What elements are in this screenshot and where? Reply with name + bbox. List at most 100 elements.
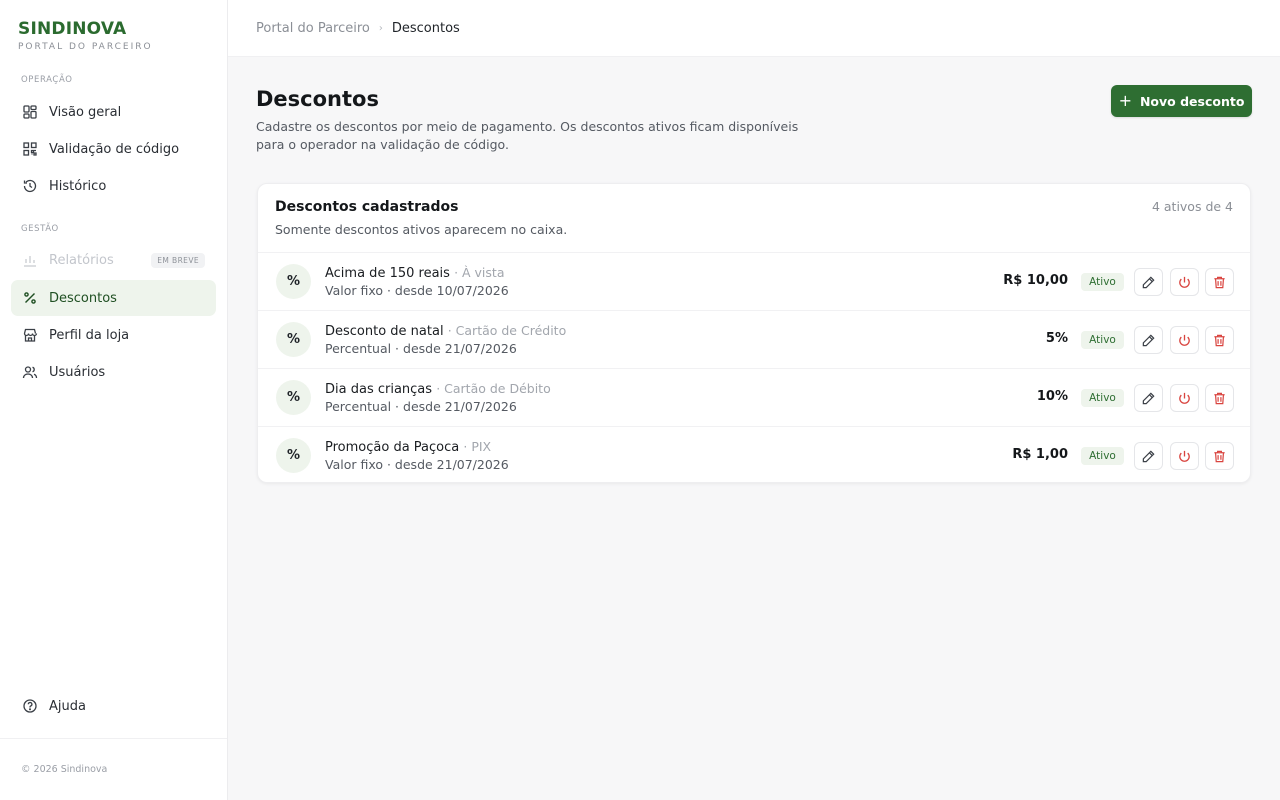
pencil-icon (1142, 449, 1155, 462)
percent-icon: % (276, 322, 311, 357)
status-badge: Ativo (1081, 273, 1124, 291)
breadcrumb: Portal do Parceiro › Descontos (256, 21, 460, 36)
sidebar-item-historico[interactable]: Histórico (11, 168, 216, 204)
card-subtitle: Somente descontos ativos aparecem no cai… (275, 222, 568, 237)
topbar: Portal do Parceiro › Descontos (228, 0, 1280, 57)
discount-value: 5% (1045, 331, 1068, 346)
page-title: Descontos (256, 87, 379, 111)
help-circle-icon (22, 698, 38, 714)
sidebar-item-label: Descontos (49, 290, 117, 306)
delete-button[interactable] (1205, 442, 1234, 470)
sidebar-item-relatorios: Relatórios EM BREVE (11, 242, 216, 278)
sidebar-item-label: Usuários (49, 364, 106, 380)
discount-meta: Valor fixo · desde 21/07/2026 (325, 457, 509, 472)
breadcrumb-parent-link[interactable]: Portal do Parceiro (256, 21, 370, 36)
status-badge: Ativo (1081, 331, 1124, 349)
sidebar-item-label: Visão geral (49, 104, 122, 120)
trash-icon (1214, 450, 1225, 462)
percent-icon: % (276, 264, 311, 299)
discount-row: % Acima de 150 reais · À vista Valor fix… (258, 252, 1250, 310)
status-badge: Ativo (1081, 389, 1124, 407)
toggle-active-button[interactable] (1170, 268, 1199, 296)
discount-row: % Desconto de natal · Cartão de Crédito … (258, 310, 1250, 368)
discount-meta: Percentual · desde 21/07/2026 (325, 341, 517, 356)
percent-icon: % (276, 380, 311, 415)
sidebar-item-perfil-loja[interactable]: Perfil da loja (11, 317, 216, 353)
payment-method: · Cartão de Débito (436, 381, 551, 396)
delete-button[interactable] (1205, 384, 1234, 412)
discount-value: R$ 1,00 (1012, 447, 1068, 462)
pencil-icon (1142, 275, 1155, 288)
discount-title-line: Desconto de natal · Cartão de Crédito (325, 323, 566, 339)
discount-value: R$ 10,00 (1003, 273, 1068, 288)
discount-title-line: Acima de 150 reais · À vista (325, 265, 504, 281)
sidebar-item-label: Perfil da loja (49, 327, 130, 343)
discount-meta: Percentual · desde 21/07/2026 (325, 399, 517, 414)
discount-name: Promoção da Paçoca (325, 440, 460, 455)
sidebar-item-label: Histórico (49, 178, 107, 194)
discount-name: Acima de 150 reais (325, 266, 450, 281)
sidebar-item-label: Validação de código (49, 141, 180, 157)
power-icon (1179, 334, 1190, 346)
edit-button[interactable] (1134, 326, 1163, 354)
toggle-active-button[interactable] (1170, 326, 1199, 354)
sidebar: SINDINOVA PORTAL DO PARCEIRO OPERAÇÃO Vi… (0, 0, 228, 800)
discounts-card: Descontos cadastrados Somente descontos … (257, 183, 1251, 483)
trash-icon (1214, 276, 1225, 288)
discount-title-line: Promoção da Paçoca · PIX (325, 439, 491, 455)
reports-icon (22, 252, 38, 268)
power-icon (1179, 276, 1190, 288)
discount-meta: Valor fixo · desde 10/07/2026 (325, 283, 509, 298)
trash-icon (1214, 334, 1225, 346)
payment-method: · À vista (454, 265, 505, 280)
sidebar-item-visao-geral[interactable]: Visão geral (11, 94, 216, 130)
power-icon (1179, 392, 1190, 404)
brand-logo[interactable]: SINDINOVA PORTAL DO PARCEIRO (18, 19, 153, 52)
toggle-active-button[interactable] (1170, 384, 1199, 412)
toggle-active-button[interactable] (1170, 442, 1199, 470)
breadcrumb-separator-icon: › (378, 22, 383, 34)
sidebar-item-label: Relatórios (49, 252, 114, 268)
sidebar-item-ajuda[interactable]: Ajuda (11, 688, 216, 724)
discount-name: Dia das crianças (325, 382, 433, 397)
coming-soon-badge: EM BREVE (151, 252, 205, 268)
pencil-icon (1142, 333, 1155, 346)
new-discount-label: Novo desconto (1139, 93, 1245, 109)
history-icon (22, 178, 38, 194)
sidebar-item-descontos[interactable]: Descontos (11, 280, 216, 316)
page-description: Cadastre os descontos por meio de pagame… (256, 119, 799, 152)
card-title: Descontos cadastrados (275, 199, 459, 215)
copyright: © 2026 Sindinova (21, 764, 108, 775)
payment-method: · PIX (463, 439, 492, 454)
new-discount-button[interactable]: + Novo desconto (1111, 85, 1252, 117)
power-icon (1179, 450, 1190, 462)
qr-code-icon (22, 141, 38, 157)
payment-method: · Cartão de Crédito (447, 323, 567, 338)
status-badge: Ativo (1081, 447, 1124, 465)
edit-button[interactable] (1134, 268, 1163, 296)
discount-row: % Promoção da Paçoca · PIX Valor fixo · … (258, 426, 1250, 484)
edit-button[interactable] (1134, 384, 1163, 412)
section-label-gestao: GESTÃO (21, 224, 59, 234)
store-icon (22, 327, 38, 343)
pencil-icon (1142, 391, 1155, 404)
plus-icon: + (1118, 91, 1132, 110)
sidebar-item-validacao[interactable]: Validação de código (11, 131, 216, 167)
edit-button[interactable] (1134, 442, 1163, 470)
sidebar-item-label: Ajuda (49, 698, 86, 714)
discount-value: 10% (1036, 389, 1068, 404)
section-label-operacao: OPERAÇÃO (21, 75, 73, 85)
active-count: 4 ativos de 4 (1151, 199, 1233, 214)
users-icon (22, 364, 38, 380)
discount-row: % Dia das crianças · Cartão de Débito Pe… (258, 368, 1250, 426)
delete-button[interactable] (1205, 268, 1234, 296)
percent-icon: % (276, 438, 311, 473)
percent-icon (22, 290, 38, 306)
sidebar-divider (0, 738, 227, 739)
sidebar-item-usuarios[interactable]: Usuários (11, 354, 216, 390)
dashboard-grid-icon (22, 104, 38, 120)
delete-button[interactable] (1205, 326, 1234, 354)
trash-icon (1214, 392, 1225, 404)
breadcrumb-current: Descontos (391, 20, 460, 36)
discount-title-line: Dia das crianças · Cartão de Débito (325, 381, 551, 397)
